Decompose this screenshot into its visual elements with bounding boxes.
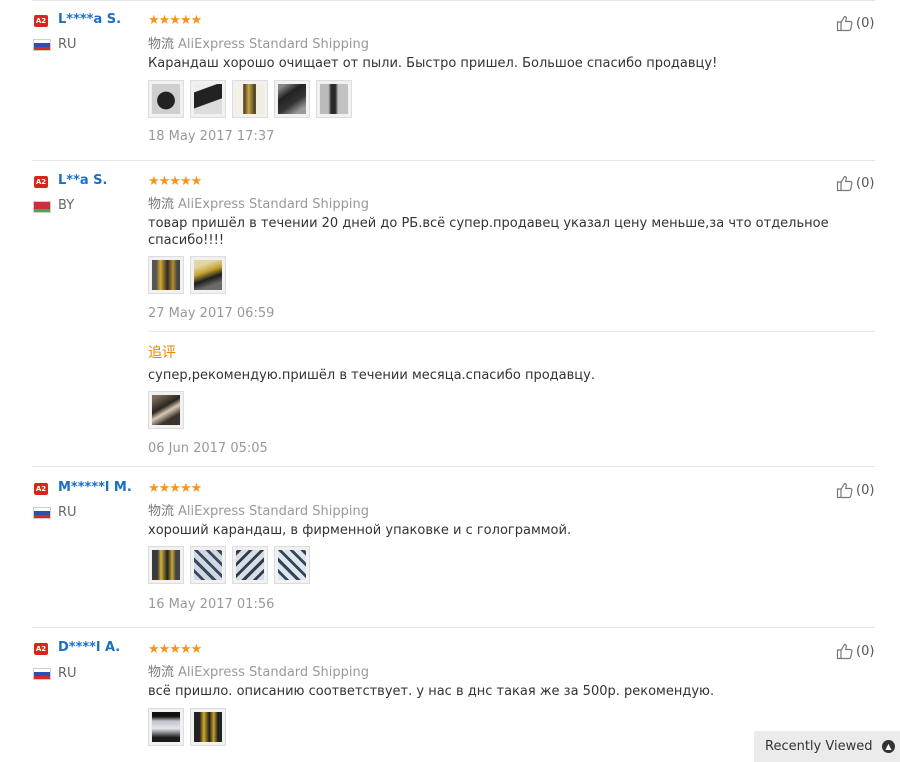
review-photo-thumbnail[interactable] xyxy=(274,80,310,118)
star-rating: ★★★★★ xyxy=(148,481,202,496)
review-photo-thumbnail[interactable] xyxy=(148,256,184,294)
followup-photos xyxy=(148,391,184,431)
review-photo-thumbnail[interactable] xyxy=(274,546,310,584)
logistics-label: 物流 xyxy=(148,37,175,52)
helpful-button[interactable]: (0) xyxy=(836,481,874,499)
star-rating: ★★★★★ xyxy=(148,13,202,28)
review-photo-thumbnail[interactable] xyxy=(148,546,184,584)
reviewer-country: RU xyxy=(58,505,77,520)
helpful-count: (0) xyxy=(856,15,875,31)
helpful-button[interactable]: (0) xyxy=(836,174,874,192)
reviewer-country: BY xyxy=(58,198,75,213)
belarus-flag-icon xyxy=(33,201,51,213)
review-photo-thumbnail[interactable] xyxy=(232,546,268,584)
review-photo-thumbnail[interactable] xyxy=(316,80,352,118)
reviewer-country: RU xyxy=(58,37,77,52)
review-photo-thumbnail[interactable] xyxy=(232,80,268,118)
reviewer-name[interactable]: L**a S. xyxy=(58,173,107,188)
helpful-count: (0) xyxy=(856,175,875,191)
followup-date: 06 Jun 2017 05:05 xyxy=(148,441,268,456)
review-date: 18 May 2017 17:37 xyxy=(148,129,275,144)
followup-divider xyxy=(148,331,875,332)
review-item: A2 L**a S. BY ★★★★★ 物流 AliExpress Standar… xyxy=(0,160,900,466)
review-photo-thumbnail[interactable] xyxy=(190,546,226,584)
helpful-button[interactable]: (0) xyxy=(836,14,874,32)
reviewer-country: RU xyxy=(58,666,77,681)
thumbs-up-icon xyxy=(836,482,853,499)
helpful-button[interactable]: (0) xyxy=(836,642,874,660)
review-item: A2 M*****l M. RU ★★★★★ 物流 AliExpress Stan… xyxy=(0,466,900,627)
recently-viewed-button[interactable]: Recently Viewed ▲ xyxy=(754,731,900,762)
followup-label: 追评 xyxy=(148,345,176,361)
review-text: хороший карандаш, в фирменной упаковке и… xyxy=(148,523,572,538)
buyer-level-badge: A2 xyxy=(34,643,48,655)
shipping-method: 物流 AliExpress Standard Shipping xyxy=(148,33,369,52)
thumbs-up-icon xyxy=(836,175,853,192)
review-photos xyxy=(148,546,310,586)
buyer-level-badge: A2 xyxy=(34,483,48,495)
helpful-count: (0) xyxy=(856,482,875,498)
review-photo-thumbnail[interactable] xyxy=(190,256,226,294)
review-photos xyxy=(148,708,226,748)
review-list: A2 L****a S. RU ★★★★★ 物流 AliExpress Stand… xyxy=(0,0,900,762)
star-rating: ★★★★★ xyxy=(148,174,202,189)
star-rating: ★★★★★ xyxy=(148,642,202,657)
shipping-method: 物流 AliExpress Standard Shipping xyxy=(148,500,369,519)
chevron-up-icon: ▲ xyxy=(882,740,895,753)
review-photo-thumbnail[interactable] xyxy=(148,708,184,746)
russia-flag-icon xyxy=(33,668,51,680)
review-photo-thumbnail[interactable] xyxy=(148,80,184,118)
review-date: 16 May 2017 01:56 xyxy=(148,597,275,612)
reviewer-name[interactable]: L****a S. xyxy=(58,12,121,27)
recently-viewed-label: Recently Viewed xyxy=(765,739,873,754)
russia-flag-icon xyxy=(33,507,51,519)
reviewer-name[interactable]: D****l A. xyxy=(58,640,120,655)
buyer-level-badge: A2 xyxy=(34,15,48,27)
thumbs-up-icon xyxy=(836,643,853,660)
review-text: Карандаш хорошо очищает от пыли. Быстро … xyxy=(148,56,718,71)
shipping-name: AliExpress Standard Shipping xyxy=(178,504,370,519)
review-item: A2 L****a S. RU ★★★★★ 物流 AliExpress Stand… xyxy=(0,0,900,160)
followup-text: супер,рекомендую.пришёл в течении месяца… xyxy=(148,368,595,383)
logistics-label: 物流 xyxy=(148,197,175,212)
review-photos xyxy=(148,256,226,296)
reviewer-name[interactable]: M*****l M. xyxy=(58,480,132,495)
review-photos xyxy=(148,80,352,120)
review-text: всё пришло. описанию соответствует. у на… xyxy=(148,684,715,699)
shipping-name: AliExpress Standard Shipping xyxy=(178,197,370,212)
review-text: товар пришёл в течении 20 дней до РБ.всё… xyxy=(148,216,829,248)
review-date: 27 May 2017 06:59 xyxy=(148,306,275,321)
shipping-name: AliExpress Standard Shipping xyxy=(178,665,370,680)
review-photo-thumbnail[interactable] xyxy=(190,708,226,746)
logistics-label: 物流 xyxy=(148,504,175,519)
shipping-method: 物流 AliExpress Standard Shipping xyxy=(148,661,369,680)
shipping-name: AliExpress Standard Shipping xyxy=(178,37,370,52)
thumbs-up-icon xyxy=(836,15,853,32)
shipping-method: 物流 AliExpress Standard Shipping xyxy=(148,193,369,212)
review-photo-thumbnail[interactable] xyxy=(190,80,226,118)
helpful-count: (0) xyxy=(856,643,875,659)
russia-flag-icon xyxy=(33,39,51,51)
review-photo-thumbnail[interactable] xyxy=(148,391,184,429)
logistics-label: 物流 xyxy=(148,665,175,680)
buyer-level-badge: A2 xyxy=(34,176,48,188)
